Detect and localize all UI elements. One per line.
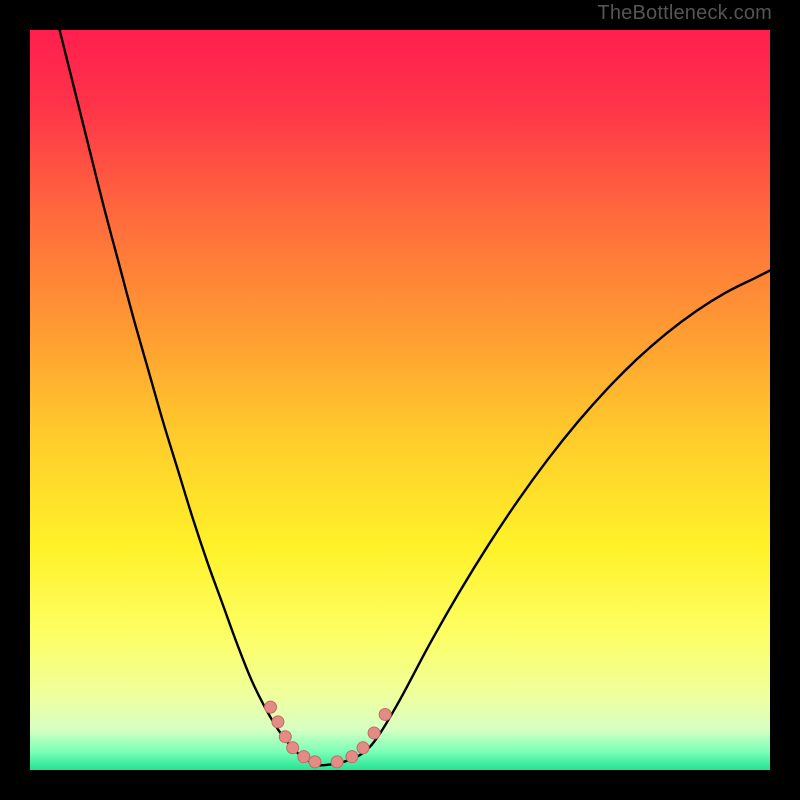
plot-area xyxy=(30,30,770,770)
bottleneck-curve-left xyxy=(60,30,319,766)
curve-layer xyxy=(30,30,770,770)
curve-markers xyxy=(265,701,392,768)
curve-marker xyxy=(265,701,277,713)
curve-marker xyxy=(346,751,358,763)
curve-marker xyxy=(368,727,380,739)
curve-marker xyxy=(272,716,284,728)
curve-marker xyxy=(331,756,343,768)
curve-marker xyxy=(357,742,369,754)
curve-marker xyxy=(309,756,321,768)
watermark-text: TheBottleneck.com xyxy=(597,2,772,25)
curve-marker xyxy=(287,742,299,754)
curve-marker xyxy=(279,731,291,743)
chart-frame: TheBottleneck.com xyxy=(0,0,800,800)
curve-marker xyxy=(379,709,391,721)
curve-marker xyxy=(298,751,310,763)
bottleneck-curve-right xyxy=(319,271,770,766)
